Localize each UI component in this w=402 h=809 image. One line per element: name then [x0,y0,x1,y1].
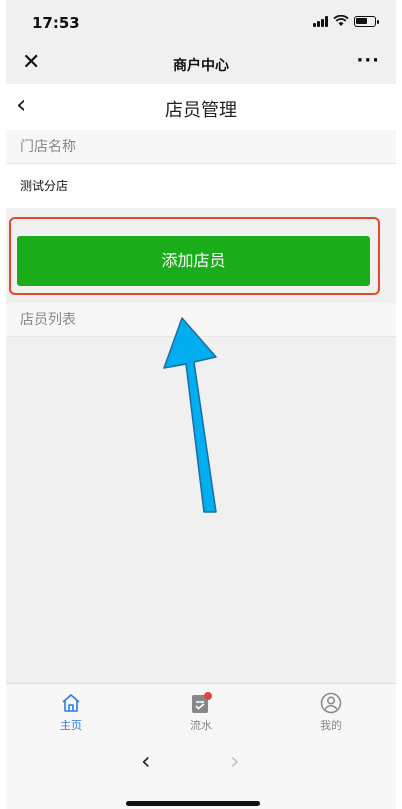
tab-profile-label: 我的 [320,719,342,732]
add-staff-button[interactable]: 添加店员 [17,236,370,286]
tab-ledger[interactable]: 流水 [136,684,266,739]
wifi-icon [333,15,349,26]
tab-profile[interactable]: 我的 [266,684,396,739]
staff-list-label: 店员列表 [6,303,396,337]
phone-screen: 17:53 ✕ 商户中心 ··· ‹ 店员管理 门店名称 测试分店 添加店员 店… [6,0,396,809]
browser-back-icon[interactable]: ‹ [141,747,151,775]
home-icon [62,694,80,712]
page-header: ‹ 店员管理 [6,84,396,130]
signal-icon [313,15,328,27]
tab-ledger-label: 流水 [190,719,212,732]
tab-home-label: 主页 [60,719,82,732]
tab-bar: 主页 流水 我的 [6,683,396,739]
battery-icon [354,15,379,27]
tab-home[interactable]: 主页 [6,684,136,739]
page-title: 店员管理 [165,100,237,121]
status-time: 17:53 [32,14,80,32]
store-name-value: 测试分店 [6,164,396,208]
ledger-icon [192,692,212,713]
browser-forward-icon[interactable]: › [230,747,240,775]
wechat-title: 商户中心 [173,58,229,74]
status-icons [313,15,379,27]
home-indicator [126,801,260,806]
user-icon [320,692,342,714]
more-icon[interactable]: ··· [356,50,380,71]
status-bar: 17:53 [6,0,396,44]
badge-dot [204,692,212,700]
wechat-nav-bar: ✕ 商户中心 ··· [6,44,396,84]
store-section-label: 门店名称 [6,130,396,164]
browser-toolbar: ‹ › [6,739,396,809]
